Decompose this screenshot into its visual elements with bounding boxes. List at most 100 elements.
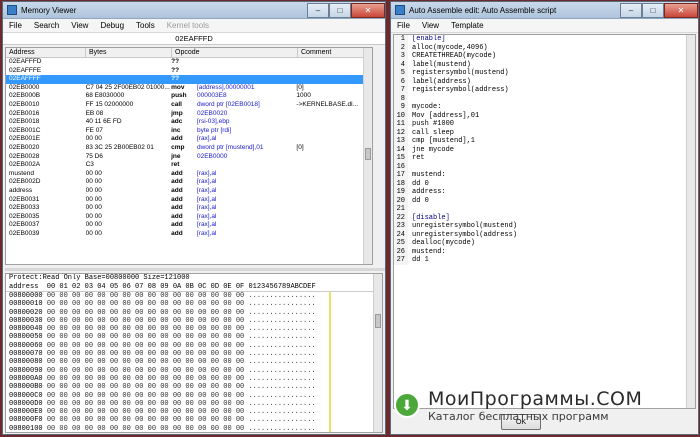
table-row[interactable]: 02EB0037 00 00 add [rax],al [6, 221, 372, 230]
script-line[interactable]: 8 [394, 94, 695, 103]
script-line[interactable]: 10 Mov [address],01 [394, 111, 695, 120]
table-row[interactable]: 02EB0033 00 00 add [rax],al [6, 204, 372, 213]
menu-template[interactable]: Template [445, 21, 489, 30]
menu-search[interactable]: Search [28, 21, 65, 30]
table-row[interactable]: 02EB0000 C7 04 25 2F00EB02 01000... mov [ad… [6, 84, 372, 93]
hex-row[interactable]: 008000B0 00 00 00 00 00 00 00 00 00 00 0… [6, 383, 382, 391]
table-row[interactable]: 02EB000B 68 E8030000 push 000003E8 1000 [6, 92, 372, 101]
hex-row[interactable]: 00800060 00 00 00 00 00 00 00 00 00 00 0… [6, 342, 382, 350]
table-row[interactable]: 02EB001C FE 07 inc byte ptr [rdi] [6, 127, 372, 136]
cell-comment [296, 196, 372, 205]
script-line[interactable]: 4 label(mustend) [394, 60, 695, 69]
script-line[interactable]: 11 push #1000 [394, 120, 695, 129]
table-row[interactable]: 02EB0035 00 00 add [rax],al [6, 213, 372, 222]
menu-file[interactable]: File [391, 21, 416, 30]
auto-assemble-titlebar[interactable]: Auto Assemble edit: Auto Assemble script… [391, 2, 698, 19]
script-line[interactable]: 12 call sleep [394, 128, 695, 137]
table-row[interactable]: 02EB0031 00 00 add [rax],al [6, 196, 372, 205]
table-row[interactable]: 02EB0016 EB 08 jmp 02EB0020 [6, 110, 372, 119]
table-row[interactable]: 02EB0020 83 3C 25 2B00EB02 01 cmp dword ptr… [6, 144, 372, 153]
table-row[interactable]: 02EAFFFD?? [6, 58, 372, 67]
menu-view[interactable]: View [416, 21, 445, 30]
scrollbar-thumb[interactable] [375, 314, 381, 328]
table-row[interactable]: 02EAFFFF?? [6, 75, 372, 84]
table-row[interactable]: 02EB0018 40 11 6E FD adc [rsi-03],ebp [6, 118, 372, 127]
close-button[interactable]: ✕ [351, 2, 385, 18]
script-line[interactable]: 25 dealloc(mycode) [394, 239, 695, 248]
column-bytes[interactable]: Bytes [86, 48, 172, 57]
hex-row[interactable]: 00800010 00 00 00 00 00 00 00 00 00 00 0… [6, 300, 382, 308]
menu-debug[interactable]: Debug [94, 21, 130, 30]
hex-view[interactable]: Protect:Read Only Base=00800000 Size=121… [5, 273, 383, 433]
table-row[interactable]: 02EB002D 00 00 add [rax],al [6, 178, 372, 187]
table-row[interactable]: 02EB0028 75 D6 jne 02EB0000 [6, 153, 372, 162]
close-button[interactable]: ✕ [664, 2, 698, 18]
minimize-button[interactable]: – [307, 2, 329, 18]
table-row[interactable]: 02EB002A C3 ret [6, 161, 372, 170]
script-line[interactable]: 13 cmp [mustend],1 [394, 137, 695, 146]
script-line[interactable]: 17 mustend: [394, 171, 695, 180]
hex-row[interactable]: 008000C0 00 00 00 00 00 00 00 00 00 00 0… [6, 392, 382, 400]
script-line[interactable]: 22 [disable] [394, 213, 695, 222]
pane-splitter[interactable] [5, 268, 385, 271]
hex-row[interactable]: 00800100 00 00 00 00 00 00 00 00 00 00 0… [6, 425, 382, 432]
menu-file[interactable]: File [3, 21, 28, 30]
script-line[interactable]: 19 address: [394, 188, 695, 197]
hex-scrollbar[interactable] [373, 274, 382, 432]
column-address[interactable]: Address [6, 48, 86, 57]
script-line[interactable]: 14 jne mycode [394, 145, 695, 154]
cell-args [197, 58, 296, 67]
script-line[interactable]: 27 dd 1 [394, 256, 695, 265]
disassembler-scrollbar[interactable] [363, 48, 372, 264]
script-line[interactable]: 16 [394, 162, 695, 171]
script-editor[interactable]: 1 [enable] 2 alloc(mycode,4096) 3 CREATETHREA… [393, 34, 696, 409]
table-row[interactable]: 02EAFFFE?? [6, 67, 372, 76]
editor-scrollbar[interactable] [686, 35, 695, 408]
script-line[interactable]: 6 label(address) [394, 77, 695, 86]
hex-row[interactable]: 00800000 00 00 00 00 00 00 00 00 00 00 0… [6, 292, 382, 300]
hex-row[interactable]: 008000F0 00 00 00 00 00 00 00 00 00 00 0… [6, 416, 382, 424]
script-line[interactable]: 9 mycode: [394, 103, 695, 112]
script-line[interactable]: 26 mustend: [394, 247, 695, 256]
script-line[interactable]: 7 registersymbol(address) [394, 86, 695, 95]
hex-row[interactable]: 00800030 00 00 00 00 00 00 00 00 00 00 0… [6, 317, 382, 325]
script-line[interactable]: 15 ret [394, 154, 695, 163]
table-row[interactable]: 02EB0039 00 00 add [rax],al [6, 230, 372, 239]
hex-row[interactable]: 00800050 00 00 00 00 00 00 00 00 00 00 0… [6, 333, 382, 341]
script-line[interactable]: 24 unregistersymbol(address) [394, 230, 695, 239]
minimize-button[interactable]: – [620, 2, 642, 18]
menu-view[interactable]: View [65, 21, 94, 30]
script-line[interactable]: 18 dd 0 [394, 179, 695, 188]
hex-row[interactable]: 008000D0 00 00 00 00 00 00 00 00 00 00 0… [6, 400, 382, 408]
hex-row[interactable]: 00800040 00 00 00 00 00 00 00 00 00 00 0… [6, 325, 382, 333]
column-opcode[interactable]: Opcode [172, 48, 298, 57]
maximize-button[interactable]: □ [329, 2, 351, 18]
script-line[interactable]: 23 unregistersymbol(mustend) [394, 222, 695, 231]
column-comment[interactable]: Comment [298, 48, 366, 57]
table-row[interactable]: 02EB001E 00 00 add [rax],al [6, 135, 372, 144]
menu-tools[interactable]: Tools [130, 21, 161, 30]
script-line[interactable]: 21 [394, 205, 695, 214]
hex-row[interactable]: 00800020 00 00 00 00 00 00 00 00 00 00 0… [6, 309, 382, 317]
table-row[interactable]: 02EB0010 FF 15 02000000 call dword ptr [02E… [6, 101, 372, 110]
hex-row[interactable]: 008000A0 00 00 00 00 00 00 00 00 00 00 0… [6, 375, 382, 383]
script-line[interactable]: 3 CREATETHREAD(mycode) [394, 52, 695, 61]
hex-row-bytes: 00 00 00 00 00 00 00 00 00 00 00 00 00 0… [46, 316, 316, 325]
hex-row[interactable]: 00800070 00 00 00 00 00 00 00 00 00 00 0… [6, 350, 382, 358]
script-line[interactable]: 5 registersymbol(mustend) [394, 69, 695, 78]
disassembler-view[interactable]: Address Bytes Opcode Comment 02EAFFFD?? 0… [5, 47, 373, 265]
script-line[interactable]: 1 [enable] [394, 35, 695, 44]
hex-row[interactable]: 00800080 00 00 00 00 00 00 00 00 00 00 0… [6, 358, 382, 366]
scrollbar-thumb[interactable] [365, 148, 371, 160]
cell-comment [296, 127, 372, 136]
memory-viewer-titlebar[interactable]: Memory Viewer – □ ✕ [3, 2, 385, 19]
script-line[interactable]: 2 alloc(mycode,4096) [394, 43, 695, 52]
address-bar[interactable]: 02EAFFFD [3, 33, 385, 45]
table-row[interactable]: mustend 00 00 add [rax],al [6, 170, 372, 179]
hex-row[interactable]: 00800090 00 00 00 00 00 00 00 00 00 00 0… [6, 367, 382, 375]
hex-row[interactable]: 008000E0 00 00 00 00 00 00 00 00 00 00 0… [6, 408, 382, 416]
script-line[interactable]: 20 dd 0 [394, 196, 695, 205]
table-row[interactable]: address 00 00 add [rax],al [6, 187, 372, 196]
maximize-button[interactable]: □ [642, 2, 664, 18]
cell-args: 000003E8 [196, 92, 227, 100]
